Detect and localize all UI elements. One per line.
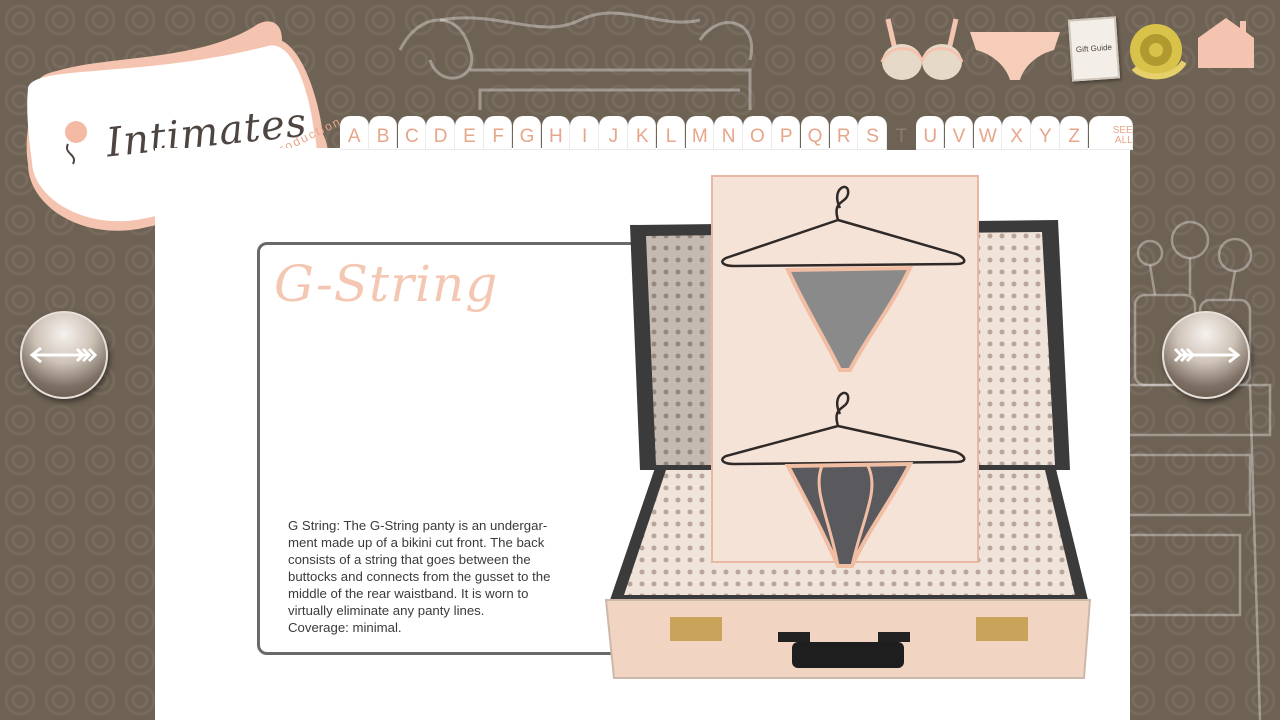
tab-letter-h[interactable]: H — [541, 116, 571, 150]
entry-title: G-String — [274, 255, 499, 313]
tab-letter-m[interactable]: M — [685, 116, 715, 150]
tab-letter-u[interactable]: U — [915, 116, 945, 150]
tab-letter-y[interactable]: Y — [1031, 116, 1060, 150]
previous-button[interactable] — [20, 311, 108, 399]
measuring-tape-icon[interactable] — [1124, 18, 1186, 84]
tab-letter-a[interactable]: A — [340, 116, 369, 150]
gift-guide-label: Gift Guide — [1075, 42, 1113, 55]
tab-letter-c[interactable]: C — [397, 116, 427, 150]
see-all-label-line2: ALL — [1114, 135, 1133, 146]
panty-icon[interactable] — [968, 24, 1062, 84]
alphabet-tabs: A B C D E F G H I J K L M N O P Q R S T U V W X Y Z SEE ALL — [340, 116, 1133, 150]
sketch-decoration-top — [398, 11, 754, 110]
suitcase-illustration — [604, 175, 1092, 679]
gift-guide-icon[interactable]: Gift Guide — [1067, 16, 1121, 82]
tab-letter-w[interactable]: W — [973, 116, 1003, 150]
tab-letter-i[interactable]: I — [570, 116, 599, 150]
tab-letter-n[interactable]: N — [714, 116, 743, 150]
tab-letter-b[interactable]: B — [368, 116, 398, 150]
rose-icon — [65, 121, 87, 143]
tab-letter-v[interactable]: V — [944, 116, 974, 150]
tab-letter-z[interactable]: Z — [1059, 116, 1089, 150]
tab-letter-e[interactable]: E — [455, 116, 484, 150]
tab-letter-d[interactable]: D — [426, 116, 455, 150]
tab-letter-p[interactable]: P — [771, 116, 801, 150]
tab-letter-x[interactable]: X — [1002, 116, 1031, 150]
tab-letter-o[interactable]: O — [743, 116, 772, 150]
tab-letter-k[interactable]: K — [627, 116, 657, 150]
tab-letter-r[interactable]: R — [829, 116, 859, 150]
tab-letter-t[interactable]: T — [887, 116, 916, 150]
tab-letter-f[interactable]: F — [483, 116, 513, 150]
bra-icon[interactable] — [878, 14, 966, 84]
suitcase-handle — [792, 642, 904, 668]
sketch-decoration-right — [1130, 220, 1272, 720]
tab-letter-s[interactable]: S — [858, 116, 887, 150]
entry-description: G String: The G-String panty is an under… — [288, 518, 551, 635]
suitcase-latch-right — [976, 617, 1028, 641]
home-icon[interactable] — [1196, 16, 1256, 70]
tab-letter-j[interactable]: J — [599, 116, 628, 150]
tab-see-all[interactable]: SEE ALL — [1088, 116, 1133, 150]
arrow-left-icon — [29, 346, 98, 364]
tab-letter-q[interactable]: Q — [800, 116, 830, 150]
tab-letter-l[interactable]: L — [656, 116, 686, 150]
suitcase-latch-left — [670, 617, 722, 641]
arrow-right-icon — [1173, 346, 1241, 364]
next-button[interactable] — [1162, 311, 1250, 399]
tab-letter-g[interactable]: G — [512, 116, 542, 150]
